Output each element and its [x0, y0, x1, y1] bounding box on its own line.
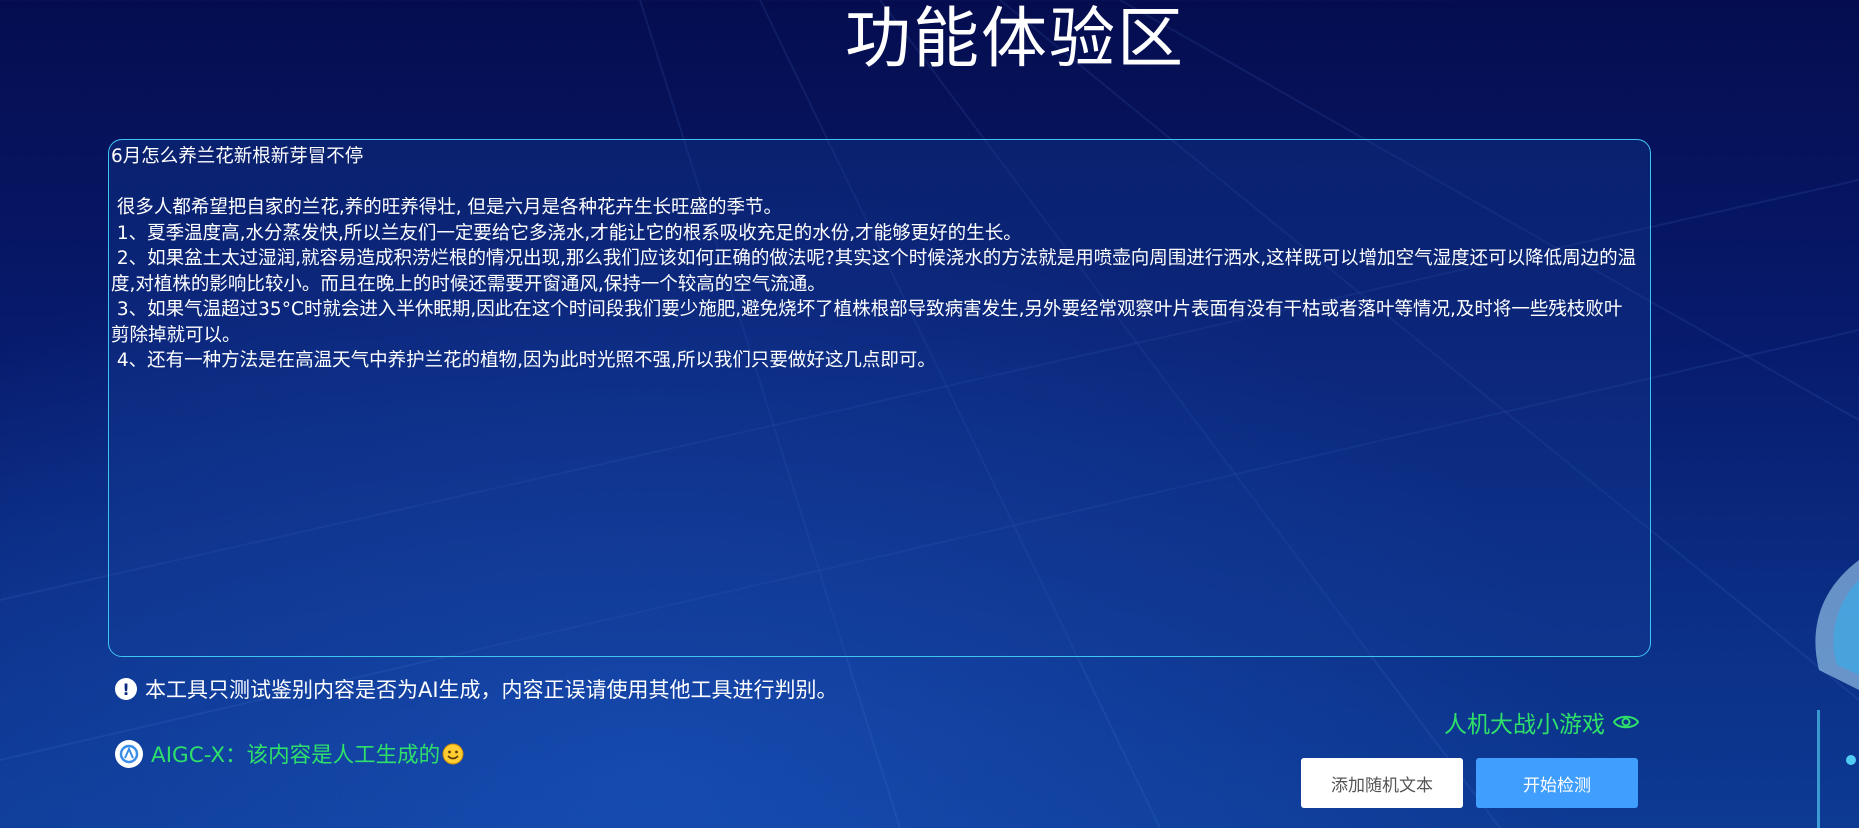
textarea-line: 1、夏季温度高,水分蒸发快,所以兰友们一定要给它多浇水,才能让它的根系吸收充足的…: [111, 222, 1022, 244]
disclaimer-notice: ! 本工具只测试鉴别内容是否为AI生成，内容正误请使用其他工具进行判别。: [115, 673, 838, 705]
start-detect-button[interactable]: 开始检测: [1476, 758, 1638, 808]
eye-icon: [1613, 715, 1639, 729]
add-random-text-button[interactable]: 添加随机文本: [1301, 758, 1463, 808]
exclamation-circle-icon: !: [115, 678, 137, 700]
corner-decoration: [1815, 560, 1859, 828]
detection-result: AIGC-X：该内容是人工生成的: [115, 738, 464, 769]
aigc-x-logo-icon: [115, 739, 143, 768]
textarea-line: 2、如果盆土太过湿润,就容易造成积涝烂根的情况出现,那么我们应该如何正确的做法呢…: [111, 248, 1637, 295]
page-title: 功能体验区: [845, 0, 1185, 77]
textarea-line: [111, 170, 1640, 196]
textarea-line: 6月怎么养兰花新根新芽冒不停: [111, 146, 364, 167]
result-text: AIGC-X：该内容是人工生成的: [151, 743, 441, 768]
textarea-line: 3、如果气温超过35°C时就会进入半休眠期,因此在这个时间段我们要少施肥,避免烧…: [111, 299, 1623, 346]
disclaimer-text: 本工具只测试鉴别内容是否为AI生成，内容正误请使用其他工具进行判别。: [145, 678, 838, 702]
game-link[interactable]: 人机大战小游戏: [1444, 705, 1639, 739]
smile-emoji-icon: [442, 743, 464, 764]
game-link-label: 人机大战小游戏: [1444, 712, 1605, 738]
textarea-line: 很多人都希望把自家的兰花,养的旺养得壮, 但是六月是各种花卉生长旺盛的季节。: [111, 197, 783, 218]
textarea-line: 4、还有一种方法是在高温天气中养护兰花的植物,因为此时光照不强,所以我们只要做好…: [111, 350, 936, 371]
content-textarea[interactable]: 6月怎么养兰花新根新芽冒不停 很多人都希望把自家的兰花,养的旺养得壮, 但是六月…: [108, 139, 1651, 657]
